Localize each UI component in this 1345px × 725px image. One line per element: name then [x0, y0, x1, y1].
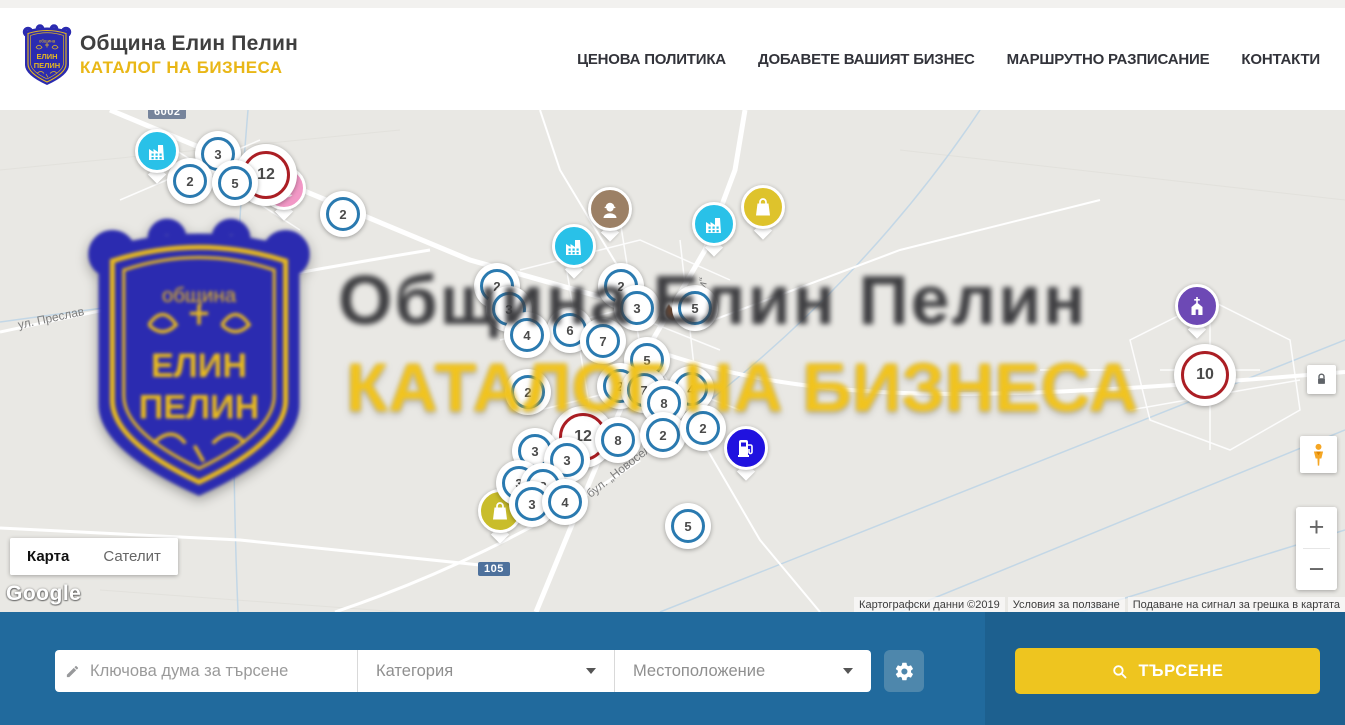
street-view-pegman-button[interactable]: [1300, 436, 1337, 473]
site-subtitle: КАТАЛОГ НА БИЗНЕСА: [80, 58, 298, 78]
cluster-marker[interactable]: 8: [595, 417, 641, 463]
crest-word-pelin: ПЕЛИН: [34, 61, 60, 70]
site-title: Община Елин Пелин: [80, 32, 298, 56]
nav-route-schedule[interactable]: МАРШРУТНО РАЗПИСАНИЕ: [1007, 51, 1210, 68]
attribution-terms-link[interactable]: Условия за ползване: [1008, 597, 1125, 612]
lock-button[interactable]: [1307, 365, 1336, 394]
search-icon: [1111, 663, 1128, 680]
municipality-crest-logo: община ЕЛИН ПЕЛИН: [22, 24, 72, 86]
search-button-label: ТЪРСЕНЕ: [1138, 662, 1223, 681]
cluster-marker[interactable]: 7: [580, 318, 626, 364]
map-attribution: Картографски данни ©2019 Условия за полз…: [854, 597, 1345, 612]
map-type-satellite-button[interactable]: Сателит: [86, 538, 178, 575]
main-nav: ЦЕНОВА ПОЛИТИКА ДОБАВЕТЕ ВАШИЯТ БИЗНЕС М…: [577, 8, 1320, 110]
cluster-count: 8: [601, 423, 635, 457]
zoom-control: + −: [1296, 507, 1337, 590]
cluster-marker[interactable]: 2: [680, 405, 726, 451]
header: община ЕЛИН ПЕЛИН Община Елин Пелин КАТА…: [0, 8, 1345, 110]
advanced-search-button[interactable]: [884, 650, 924, 692]
cluster-marker[interactable]: 4: [504, 312, 550, 358]
location-select[interactable]: Местоположение: [615, 650, 871, 692]
cluster-count: 4: [510, 318, 544, 352]
shopping-bag-icon: [741, 185, 785, 229]
nav-add-business[interactable]: ДОБАВЕТЕ ВАШИЯТ БИЗНЕС: [758, 51, 975, 68]
pin-marker-shopping-bag-icon[interactable]: [741, 185, 785, 237]
brand-text: Община Елин Пелин КАТАЛОГ НА БИЗНЕСА: [80, 32, 298, 78]
pin-marker-fuel-pump-icon[interactable]: [724, 426, 768, 478]
pin-marker-factory-icon[interactable]: [552, 224, 596, 276]
cluster-marker[interactable]: 5: [665, 503, 711, 549]
search-field-group: Категория Местоположение: [55, 650, 871, 692]
pencil-icon: [65, 664, 80, 679]
attribution-data: Картографски данни ©2019: [854, 597, 1005, 612]
fuel-pump-icon: [724, 426, 768, 470]
caret-down-icon: [586, 668, 596, 674]
cluster-count: 3: [620, 291, 654, 325]
minus-icon: −: [1309, 554, 1325, 584]
caret-down-icon: [843, 668, 853, 674]
top-strip: [0, 0, 1345, 8]
padlock-icon: [1314, 372, 1329, 387]
cluster-count: 7: [586, 324, 620, 358]
markers-layer: 3212522323564752748212822333834510: [0, 110, 1345, 612]
factory-icon: [135, 129, 179, 173]
cluster-count: 5: [218, 166, 252, 200]
crest-word-elin: ЕЛИН: [36, 52, 57, 61]
keyword-field-wrap: [55, 650, 357, 692]
category-select[interactable]: Категория: [358, 650, 614, 692]
brand[interactable]: община ЕЛИН ПЕЛИН Община Елин Пелин КАТА…: [22, 24, 298, 86]
cluster-marker[interactable]: 5: [672, 285, 718, 331]
nav-contacts[interactable]: КОНТАКТИ: [1241, 51, 1320, 68]
pin-marker-factory-icon[interactable]: [135, 129, 179, 181]
cluster-marker[interactable]: 5: [212, 160, 258, 206]
cluster-marker[interactable]: 4: [542, 479, 588, 525]
search-button[interactable]: ТЪРСЕНЕ: [1015, 648, 1320, 694]
cluster-marker[interactable]: 2: [320, 191, 366, 237]
cluster-count: 2: [686, 411, 720, 445]
nav-price-policy[interactable]: ЦЕНОВА ПОЛИТИКА: [577, 51, 726, 68]
cluster-count: 2: [326, 197, 360, 231]
gear-icon: [894, 661, 915, 682]
category-select-label: Категория: [376, 662, 453, 681]
google-logo[interactable]: Google: [6, 582, 81, 606]
cluster-count: 5: [671, 509, 705, 543]
cluster-count: 5: [678, 291, 712, 325]
attribution-report-link[interactable]: Подаване на сигнал за грешка в картата: [1128, 597, 1345, 612]
cluster-marker[interactable]: 10: [1174, 344, 1236, 406]
factory-icon: [552, 224, 596, 268]
cluster-count: 4: [548, 485, 582, 519]
map-type-map-button[interactable]: Карта: [10, 538, 86, 575]
pin-marker-factory-icon[interactable]: [692, 202, 736, 254]
cluster-count: 2: [511, 375, 545, 409]
pegman-icon: [1310, 442, 1327, 468]
keyword-search-input[interactable]: [90, 662, 345, 681]
cluster-marker[interactable]: 2: [505, 369, 551, 415]
cluster-count: 10: [1181, 351, 1229, 399]
cluster-count: 2: [646, 418, 680, 452]
location-select-label: Местоположение: [633, 662, 765, 681]
page: община ЕЛИН ПЕЛИН Община Елин Пелин КАТА…: [0, 0, 1345, 725]
zoom-out-button[interactable]: −: [1296, 549, 1337, 590]
search-bar: Категория Местоположение ТЪРСЕНЕ: [0, 612, 1345, 725]
crest-word-top: община: [39, 39, 56, 44]
plus-icon: +: [1309, 512, 1325, 542]
factory-icon: [692, 202, 736, 246]
zoom-in-button[interactable]: +: [1296, 507, 1337, 548]
cluster-marker[interactable]: 2: [640, 412, 686, 458]
church-icon: [1175, 284, 1219, 328]
map-type-control: Карта Сателит: [10, 538, 178, 575]
pin-marker-church-icon[interactable]: [1175, 284, 1219, 336]
cluster-marker[interactable]: 3: [614, 285, 660, 331]
google-map[interactable]: ул. Преславбул. „Новоселци“ 6002105 3212…: [0, 110, 1345, 612]
